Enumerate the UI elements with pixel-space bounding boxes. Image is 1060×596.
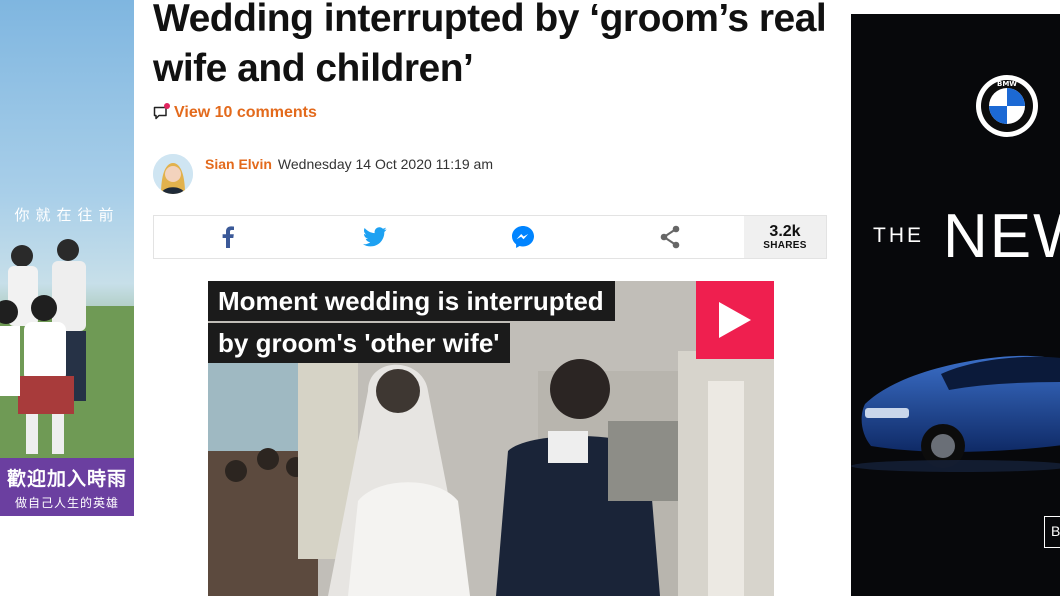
right-advertisement[interactable]: BMW THE NEW B xyxy=(851,14,1060,596)
byline: Sian Elvin Wednesday 14 Oct 2020 11:19 a… xyxy=(153,152,493,196)
twitter-share-button[interactable] xyxy=(302,216,450,258)
video-player[interactable]: Moment wedding is interrupted by groom's… xyxy=(208,281,774,596)
car-image xyxy=(851,355,1060,472)
ad-cta-button[interactable]: B xyxy=(1044,516,1060,548)
author-avatar[interactable] xyxy=(153,154,193,194)
share-count-label: SHARES xyxy=(763,240,807,251)
messenger-share-button[interactable] xyxy=(449,216,597,258)
share-count-value: 3.2k xyxy=(769,223,801,240)
ad-banner-line2: 做自己人生的英雄 xyxy=(14,496,119,510)
play-button[interactable] xyxy=(696,281,774,359)
bmw-logo-icon: BMW xyxy=(976,75,1038,137)
facebook-icon xyxy=(222,226,234,248)
article-headline: Wedding interrupted by ‘groom’s real wif… xyxy=(153,0,827,90)
author-name[interactable]: Sian Elvin xyxy=(205,156,272,172)
ad-banner: 歡迎加入時雨 做自己人生的英雄 xyxy=(0,458,134,516)
video-title-line1: Moment wedding is interrupted xyxy=(208,281,615,321)
twitter-icon xyxy=(363,227,387,247)
ad-text-new: NEW xyxy=(943,202,1060,271)
share-count: 3.2k SHARES xyxy=(744,216,826,258)
left-advertisement[interactable]: 你就在往前 歡迎加入時雨 做自己人生的英雄 xyxy=(0,0,134,516)
ad-tagline: 你就在往前 xyxy=(14,206,120,224)
facebook-share-button[interactable] xyxy=(154,216,302,258)
ad-text-the: THE xyxy=(873,224,924,247)
messenger-icon xyxy=(511,226,534,248)
share-more-button[interactable] xyxy=(597,216,745,258)
share-icon xyxy=(660,225,680,249)
ad-students-photo xyxy=(0,239,134,458)
view-comments-label: View 10 comments xyxy=(174,104,317,121)
notification-dot xyxy=(164,103,170,109)
video-title-line2: by groom's 'other wife' xyxy=(208,323,511,363)
ad-banner-line1: 歡迎加入時雨 xyxy=(6,468,127,490)
view-comments-link[interactable]: View 10 comments xyxy=(153,100,317,126)
publish-date: Wednesday 14 Oct 2020 11:19 am xyxy=(277,156,493,172)
svg-text:BMW: BMW xyxy=(997,80,1017,88)
play-icon xyxy=(719,302,751,338)
share-bar: 3.2k SHARES xyxy=(153,215,827,259)
comment-icon xyxy=(153,103,170,121)
